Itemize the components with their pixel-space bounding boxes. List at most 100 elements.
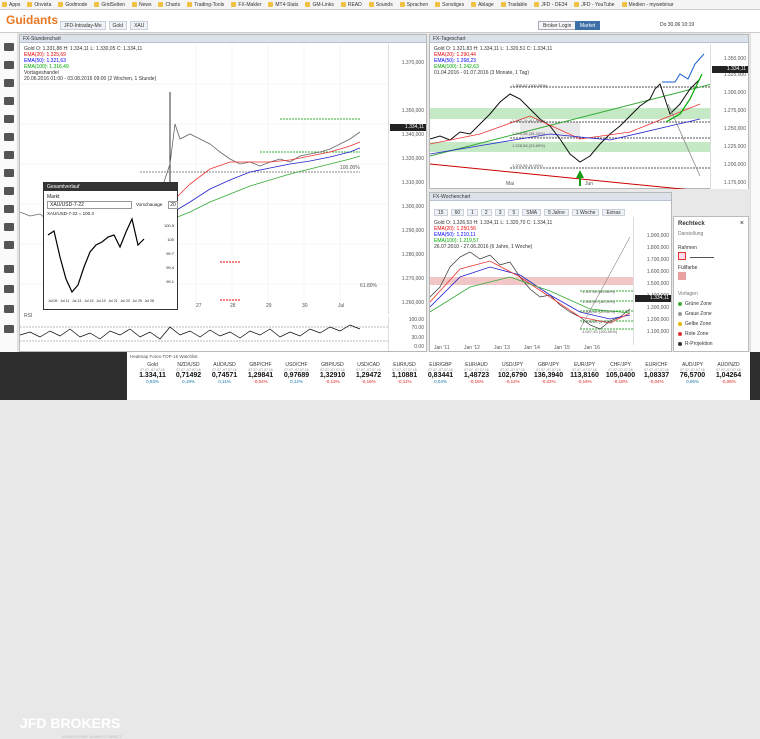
template-item[interactable]: R-Projektion: [678, 341, 713, 347]
ticker-item[interactable]: EUR/AUD 07.07.-07.07.16 1,48723 -0,15%: [459, 362, 494, 384]
comparison-input[interactable]: 20: [168, 201, 178, 209]
price-plot[interactable]: [430, 217, 635, 345]
close-icon[interactable]: ×: [740, 220, 744, 227]
folder-icon: [231, 2, 237, 7]
folder-icon[interactable]: [4, 205, 14, 213]
toolbar-button[interactable]: SMA: [522, 209, 542, 216]
ticker-item[interactable]: NZD/USD 07.07.-07.07.16 0,71492 0,19%: [171, 362, 206, 384]
chart-icon[interactable]: [4, 97, 14, 105]
bell-icon[interactable]: [4, 187, 14, 195]
folder-icon: [158, 2, 164, 7]
fib-label: 1.228,58 (23.60%): [512, 143, 545, 148]
app-logo[interactable]: Guidants: [6, 13, 58, 27]
ticker-item[interactable]: GBP/JPY 07.07.-07.07.16 136,3940 -0,22%: [531, 362, 566, 384]
bookmark-item[interactable]: FX-Makler: [231, 2, 261, 8]
template-item[interactable]: Gelbe Zone: [678, 321, 711, 327]
bookmark-item[interactable]: GM-Links: [305, 2, 334, 8]
ticker-item[interactable]: Gold 07.07.-07.07.16 1.334,11 0,93%: [135, 362, 170, 384]
toolbar-button[interactable]: 60: [450, 209, 465, 216]
ticker-price: 105,0400: [605, 372, 636, 379]
bookmark-item[interactable]: JFD - YouTube: [574, 1, 615, 8]
bookmark-item[interactable]: Godmode: [58, 2, 87, 8]
performance-popup[interactable]: Gesamtverlauf Markt XAU/USD-7-22 Vorscha…: [43, 182, 178, 310]
bookmark-item[interactable]: Charts: [158, 2, 180, 8]
toolbar-button[interactable]: 2: [480, 209, 492, 216]
ticker-change: -0,22%: [541, 379, 556, 384]
ticker-item[interactable]: AUD/JPY 07.07.-07.07.16 76,5700 0,06%: [675, 362, 710, 384]
avatar-icon[interactable]: [4, 43, 14, 51]
template-item[interactable]: Rote Zone: [678, 331, 708, 337]
workspace-tab[interactable]: JFD-Intraday-Mo: [60, 21, 106, 30]
toolbar-button[interactable]: Extras: [602, 209, 625, 216]
ticker-item[interactable]: USD/JPY 07.07.-07.07.16 102,6790 -0,12%: [495, 362, 530, 384]
price-axis[interactable]: 1.350,000 1.325,000 1.300,000 1.275,000 …: [710, 44, 748, 189]
bookmark-item[interactable]: GridSeiten: [94, 2, 125, 8]
bookmark-item[interactable]: MT4-Stats: [268, 2, 298, 8]
workspace-tab[interactable]: XAU: [130, 21, 149, 30]
ticker-item[interactable]: GBP/USD 07.07.-07.07.16 1,32910 -0,13%: [315, 362, 350, 384]
ticker-change: -0,04%: [253, 379, 268, 384]
toolbar-button[interactable]: 5: [508, 209, 520, 216]
broker-logo[interactable]: JFD BROKERS: [20, 715, 120, 731]
ticker-item[interactable]: EUR/CHF 07.07.-07.07.16 1,08337 -0,04%: [639, 362, 674, 384]
window-title: FX-Wochenchart: [430, 193, 671, 201]
ticker-item[interactable]: USD/CAD 07.07.-07.07.16 1,29472 -0,16%: [351, 362, 386, 384]
bookmark-label: Ablage: [478, 1, 494, 8]
bookmark-item[interactable]: News: [131, 2, 151, 8]
folder-icon[interactable]: [4, 223, 14, 231]
bookmark-item[interactable]: Trading-Tools: [187, 2, 224, 8]
bookmark-item[interactable]: Onvista: [27, 2, 51, 8]
workspace-tab[interactable]: Gold: [108, 21, 128, 30]
toolbar-button[interactable]: 3: [494, 209, 506, 216]
toolbar-button[interactable]: 1 Woche: [571, 209, 600, 216]
folder-icon[interactable]: [4, 305, 14, 313]
ticker-item[interactable]: AUD/NZD 07.07.-07.07.16 1,04264 -0,08%: [711, 362, 746, 384]
list-icon[interactable]: [4, 133, 14, 141]
bookmark-item[interactable]: Sonstiges: [435, 2, 464, 8]
toolbar-button[interactable]: 15: [434, 209, 448, 216]
list-icon[interactable]: [4, 169, 14, 177]
market-button[interactable]: Market: [575, 21, 601, 30]
bookmark-item[interactable]: Ablage: [471, 2, 494, 8]
price-axis[interactable]: 1.370,000 1.350,000 1.340,000 1.320,000 …: [388, 44, 426, 314]
ticker-item[interactable]: EUR/GBP 07.07.-07.07.16 0,83441 0,04%: [423, 362, 458, 384]
bookmark-item[interactable]: Sprachen: [399, 2, 428, 8]
template-item[interactable]: Graue Zone: [678, 311, 712, 317]
price-plot[interactable]: [430, 44, 712, 189]
bookmark-item[interactable]: Sounds: [368, 2, 393, 8]
price-axis[interactable]: 1.900,000 1.800,000 1.700,000 1.600,000 …: [633, 217, 671, 345]
broker-login-button[interactable]: Broker Login: [538, 21, 577, 30]
rsi-plot[interactable]: [20, 317, 390, 351]
globe-icon[interactable]: [4, 115, 14, 123]
ticker-item[interactable]: EUR/USD 07.07.-07.07.16 1,10881 -0,11%: [387, 362, 422, 384]
ticker-item[interactable]: AUD/USD 07.07.-07.07.16 0,74571 0,11%: [207, 362, 242, 384]
folder-icon[interactable]: [4, 325, 14, 333]
ticker-item[interactable]: EUR/JPY 07.07.-07.07.16 113,8160 -0,16%: [567, 362, 602, 384]
toolbar-button[interactable]: 5 Jahre: [544, 209, 569, 216]
download-icon[interactable]: [4, 241, 14, 249]
monitor-icon[interactable]: [4, 79, 14, 87]
bookmark-item[interactable]: JFD - DE34: [534, 2, 567, 8]
monitor-icon[interactable]: [4, 61, 14, 69]
symbol-select[interactable]: XAU/USD-7-22: [47, 201, 132, 209]
toolbar-button[interactable]: 1: [467, 209, 478, 216]
popup-title: Gesamtverlauf: [44, 183, 177, 191]
bookmark-item[interactable]: READ: [340, 2, 362, 8]
border-color-swatch[interactable]: [678, 252, 686, 260]
ticker-item[interactable]: GBP/CHF 07.07.-07.07.16 1,29841 -0,04%: [243, 362, 278, 384]
bookmark-item[interactable]: Tradable: [500, 2, 527, 8]
price-label: 1.320,000: [401, 156, 424, 162]
ticker-price: 136,3940: [533, 372, 564, 379]
bookmark-label: JFD - YouTube: [581, 1, 615, 8]
border-style-select[interactable]: [690, 254, 714, 258]
x-tick: Jan '12: [464, 345, 480, 351]
fill-color-swatch[interactable]: [678, 272, 686, 280]
star-icon[interactable]: [4, 151, 14, 159]
bookmark-item[interactable]: Apps: [2, 2, 20, 8]
folder-icon[interactable]: [4, 285, 14, 293]
bookmark-item[interactable]: Medien - mywebinar: [621, 2, 674, 8]
folder-icon[interactable]: [4, 265, 14, 273]
template-item[interactable]: Grüne Zone: [678, 301, 712, 307]
ticker-item[interactable]: USD/CHF 07.07.-07.07.16 0,97689 0,12%: [279, 362, 314, 384]
ticker-item[interactable]: CHF/JPY 07.07.-07.07.16 105,0400 -0,18%: [603, 362, 638, 384]
